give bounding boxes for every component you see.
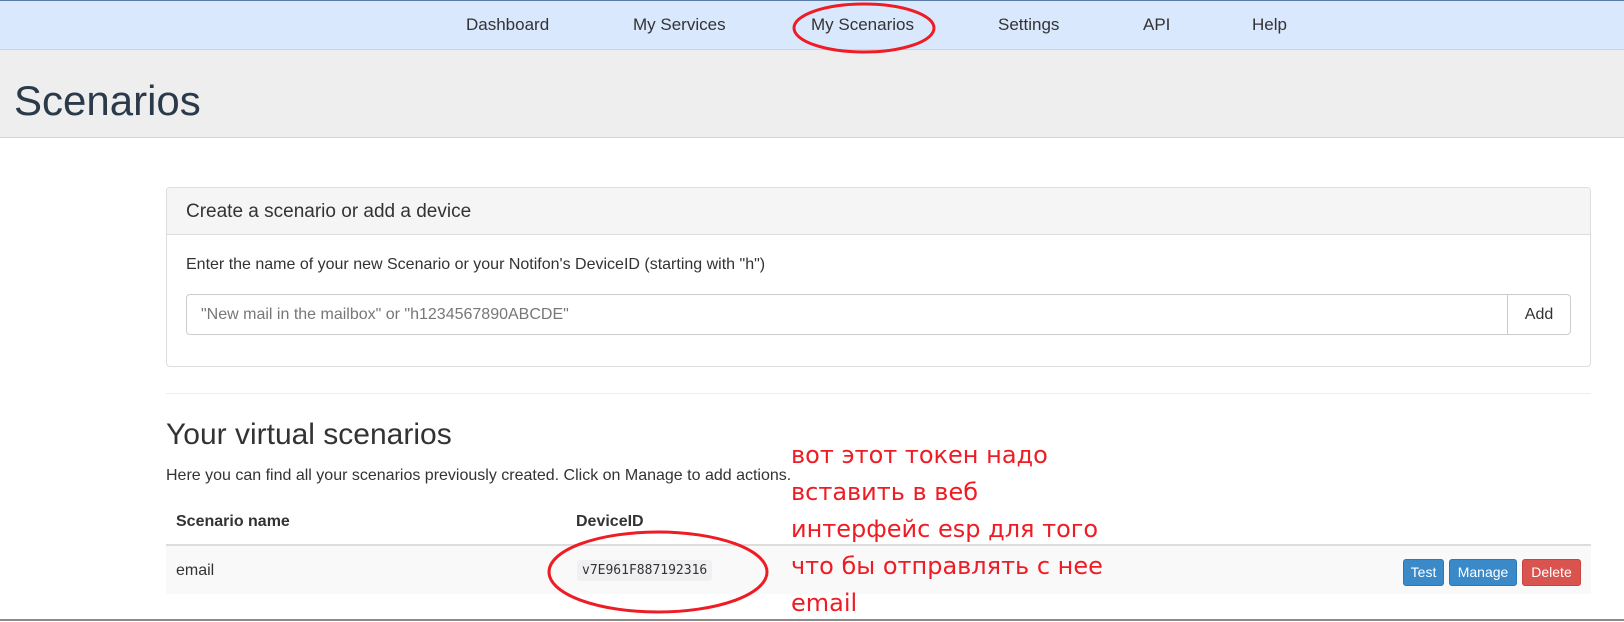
create-scenario-panel: Create a scenario or add a device Enter … — [166, 187, 1591, 367]
nav-api[interactable]: API — [1143, 15, 1170, 35]
manage-button[interactable]: Manage — [1449, 559, 1517, 586]
scenario-name-cell: email — [176, 562, 215, 579]
page-title: Scenarios — [14, 77, 201, 124]
top-navbar: Dashboard My Services My Scenarios Setti… — [0, 0, 1624, 50]
device-id-cell: v7E961F887192316 — [577, 560, 713, 581]
scenario-name-input[interactable] — [186, 294, 1508, 335]
delete-button[interactable]: Delete — [1522, 559, 1581, 586]
scenario-input-label: Enter the name of your new Scenario or y… — [186, 256, 766, 273]
nav-my-scenarios[interactable]: My Scenarios — [811, 15, 914, 35]
column-scenario-name: Scenario name — [176, 513, 290, 530]
virtual-scenarios-description: Here you can find all your scenarios pre… — [166, 467, 792, 484]
page-header: Scenarios — [0, 50, 1624, 138]
column-device-id: DeviceID — [576, 513, 644, 530]
nav-my-services[interactable]: My Services — [633, 15, 726, 35]
add-button[interactable]: Add — [1507, 294, 1571, 335]
nav-dashboard[interactable]: Dashboard — [466, 15, 549, 35]
scenario-input-group: Add — [186, 294, 1571, 335]
section-divider — [166, 393, 1591, 394]
nav-settings[interactable]: Settings — [998, 15, 1059, 35]
nav-help[interactable]: Help — [1252, 15, 1287, 35]
annotation-note: вот этот токен надо вставить в веб интер… — [791, 441, 1103, 617]
panel-heading: Create a scenario or add a device — [167, 188, 1590, 235]
virtual-scenarios-title: Your virtual scenarios — [166, 418, 452, 451]
test-button[interactable]: Test — [1403, 559, 1444, 586]
